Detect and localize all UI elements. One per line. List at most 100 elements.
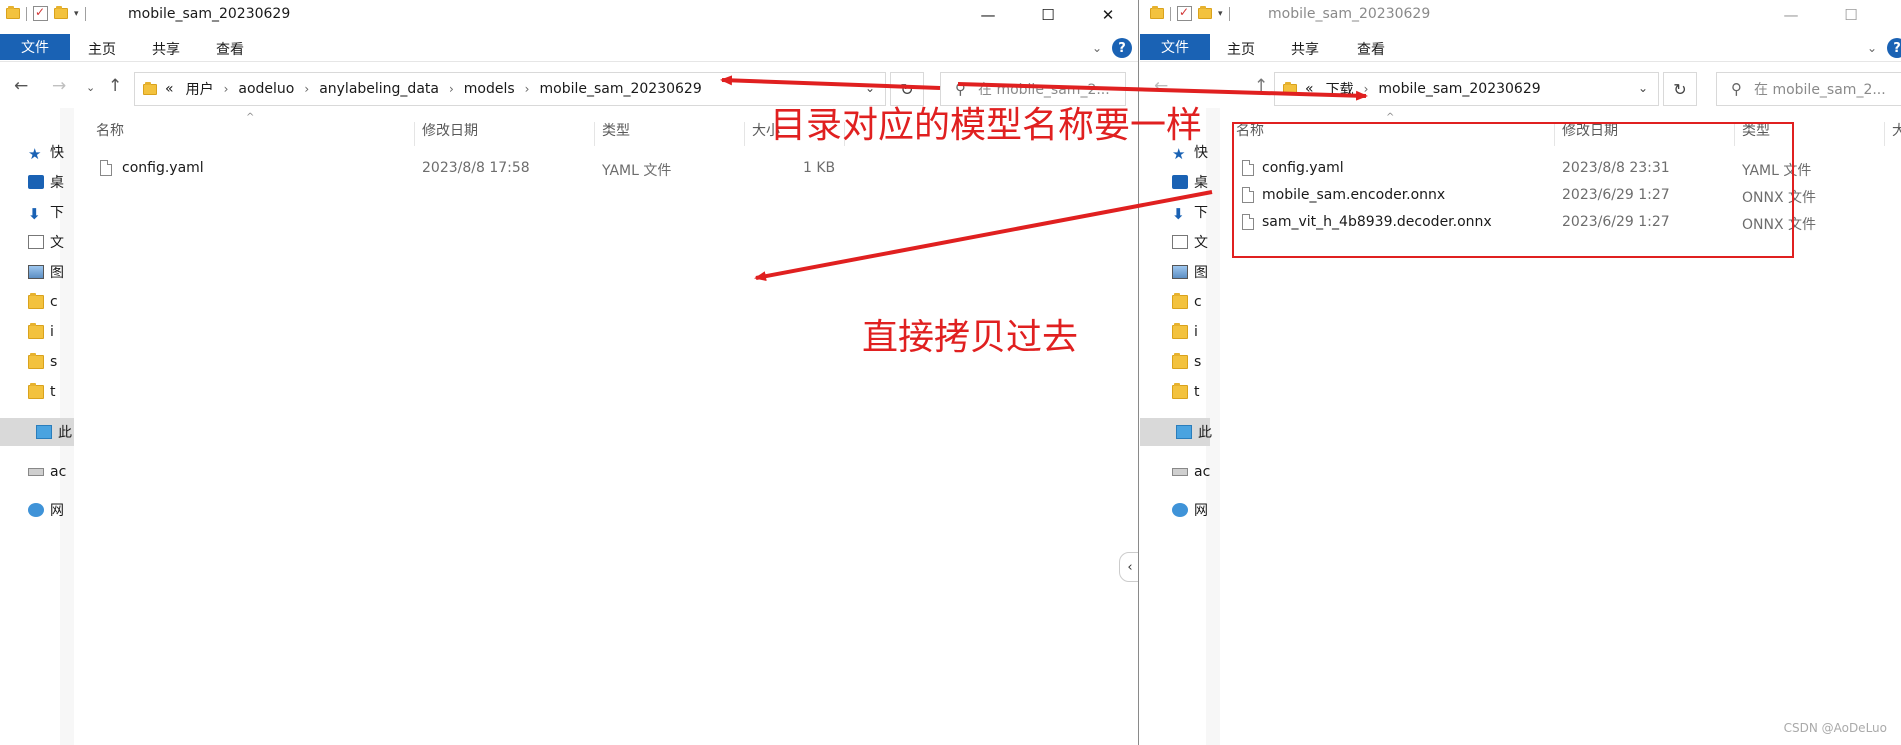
help-icon[interactable]: ?: [1112, 38, 1132, 58]
breadcrumb-item[interactable]: anylabeling_data: [319, 81, 439, 97]
customize-toolbar-caret-icon[interactable]: ▾: [1218, 9, 1223, 19]
toolbar-divider: [26, 6, 27, 21]
new-folder-icon[interactable]: [54, 6, 68, 19]
sidebar-item-this-pc[interactable]: 此: [1140, 418, 1212, 446]
breadcrumb-overflow[interactable]: «: [165, 81, 174, 97]
properties-icon[interactable]: [33, 5, 48, 21]
search-placeholder: 在 mobile_sam_2...: [1754, 82, 1886, 98]
expand-ribbon-chevron-icon[interactable]: ⌄: [1867, 41, 1877, 55]
sort-indicator-icon: ^: [246, 112, 255, 123]
network-icon: [28, 503, 44, 517]
tab-share[interactable]: 共享: [152, 39, 180, 59]
breadcrumb-item-current[interactable]: mobile_sam_20230629: [1378, 81, 1540, 97]
file-row[interactable]: config.yaml 2023/8/8 17:58 YAML 文件 1 KB: [0, 160, 1100, 184]
up-arrow-icon[interactable]: ↑: [108, 76, 122, 96]
sidebar-item-folder[interactable]: t: [28, 382, 56, 402]
sidebar-item-folder[interactable]: i: [1172, 322, 1198, 342]
column-header-name[interactable]: 名称: [96, 120, 124, 144]
breadcrumb-separator-icon[interactable]: ›: [525, 82, 530, 96]
tab-view[interactable]: 查看: [216, 39, 244, 59]
sidebar-item-folder[interactable]: i: [28, 322, 54, 342]
minimize-button[interactable]: —: [1761, 0, 1821, 30]
tab-share[interactable]: 共享: [1291, 39, 1319, 59]
refresh-button[interactable]: ↻: [1663, 72, 1697, 106]
sidebar-item-folder[interactable]: c: [28, 292, 58, 312]
sidebar-item-folder[interactable]: t: [1172, 382, 1200, 402]
tab-view[interactable]: 查看: [1357, 39, 1385, 59]
sidebar-item-network[interactable]: 网: [1172, 500, 1208, 520]
back-arrow-icon[interactable]: ←: [1154, 76, 1168, 96]
breadcrumb-separator-icon[interactable]: ›: [304, 82, 309, 96]
search-icon: ⚲: [1731, 80, 1742, 98]
search-box[interactable]: ⚲ 在 mobile_sam_2...: [1716, 72, 1901, 106]
file-icon: [100, 160, 112, 176]
column-header-type[interactable]: 类型: [602, 120, 630, 144]
sidebar-item-pictures[interactable]: 图: [1172, 262, 1208, 282]
toolbar-divider: [1228, 6, 1230, 21]
sidebar-item-this-pc[interactable]: 此: [0, 418, 74, 446]
breadcrumb-separator-icon[interactable]: ›: [449, 82, 454, 96]
breadcrumb-item[interactable]: aodeluo: [238, 81, 294, 97]
picture-icon: [28, 265, 44, 279]
address-dropdown-icon[interactable]: ⌄: [865, 81, 875, 95]
breadcrumb-item[interactable]: models: [464, 81, 515, 97]
folder-icon: [28, 383, 44, 399]
breadcrumb-overflow[interactable]: «: [1305, 81, 1314, 97]
window-controls: — ☐ ✕: [958, 0, 1138, 30]
address-dropdown-icon[interactable]: ⌄: [1638, 81, 1648, 95]
maximize-button[interactable]: ☐: [1018, 0, 1078, 30]
minimize-button[interactable]: —: [958, 0, 1018, 30]
maximize-button[interactable]: ☐: [1821, 0, 1881, 30]
sidebar-item-drive[interactable]: ac: [1172, 462, 1210, 482]
sidebar-item-network[interactable]: 网: [28, 500, 64, 520]
watermark: CSDN @AoDeLuo: [1783, 721, 1887, 735]
customize-toolbar-caret-icon[interactable]: ▾: [74, 9, 79, 19]
sidebar-item-downloads[interactable]: ⬇ 下: [28, 202, 64, 223]
tab-home[interactable]: 主页: [1227, 39, 1255, 59]
collapse-pane-chevron-icon[interactable]: ‹: [1119, 552, 1138, 582]
properties-icon[interactable]: [1177, 5, 1192, 21]
sidebar-item-drive[interactable]: ac: [28, 462, 66, 482]
star-icon: ★: [28, 145, 42, 163]
sidebar-item-folder[interactable]: s: [28, 352, 57, 372]
quick-access-toolbar: ▾: [1150, 5, 1230, 21]
download-icon: ⬇: [28, 205, 41, 223]
breadcrumb-item[interactable]: 用户: [186, 79, 214, 99]
tab-file[interactable]: 文件: [0, 34, 70, 60]
breadcrumb-separator-icon[interactable]: ›: [1364, 82, 1369, 96]
column-header-modified[interactable]: 修改日期: [422, 120, 478, 144]
column-divider[interactable]: [1884, 122, 1885, 146]
column-divider[interactable]: [594, 122, 595, 146]
breadcrumb-item[interactable]: 下载: [1326, 79, 1354, 99]
column-divider[interactable]: [744, 122, 745, 146]
sidebar-item-quick-access[interactable]: ★ 快: [28, 142, 64, 163]
tab-file[interactable]: 文件: [1140, 34, 1210, 60]
address-bar[interactable]: « 下载 › mobile_sam_20230629 ⌄: [1274, 72, 1659, 106]
folder-icon: [28, 293, 44, 309]
up-arrow-icon[interactable]: ↑: [1254, 76, 1268, 96]
column-divider[interactable]: [414, 122, 415, 146]
forward-arrow-icon[interactable]: →: [52, 76, 66, 96]
close-button[interactable]: ✕: [1881, 0, 1901, 30]
help-icon[interactable]: ?: [1887, 38, 1901, 58]
back-arrow-icon[interactable]: ←: [14, 76, 28, 96]
sidebar-item-folder[interactable]: c: [1172, 292, 1202, 312]
drive-icon: [28, 468, 44, 476]
right-explorer-window: ▾ mobile_sam_20230629 — ☐ ✕ 文件 主页 共享 查看 …: [1140, 0, 1901, 745]
new-folder-icon[interactable]: [1198, 6, 1212, 19]
expand-ribbon-chevron-icon[interactable]: ⌄: [1092, 41, 1102, 55]
recent-locations-chevron-icon[interactable]: ⌄: [86, 81, 95, 94]
breadcrumb-separator-icon[interactable]: ›: [224, 82, 229, 96]
sidebar-item-label: t: [50, 384, 56, 400]
column-header-size[interactable]: 大: [1892, 120, 1901, 144]
close-button[interactable]: ✕: [1078, 0, 1138, 30]
breadcrumb-item-current[interactable]: mobile_sam_20230629: [539, 81, 701, 97]
sidebar-item-label: 图: [50, 265, 64, 281]
title-bar: ▾ mobile_sam_20230629 — ☐ ✕: [1140, 0, 1901, 30]
sidebar-item-folder[interactable]: s: [1172, 352, 1201, 372]
window-controls: — ☐ ✕: [1761, 0, 1901, 30]
sidebar-item-pictures[interactable]: 图: [28, 262, 64, 282]
tab-home[interactable]: 主页: [88, 39, 116, 59]
sidebar-item-documents[interactable]: 文: [28, 232, 64, 252]
sidebar-item-label: 下: [50, 205, 64, 221]
